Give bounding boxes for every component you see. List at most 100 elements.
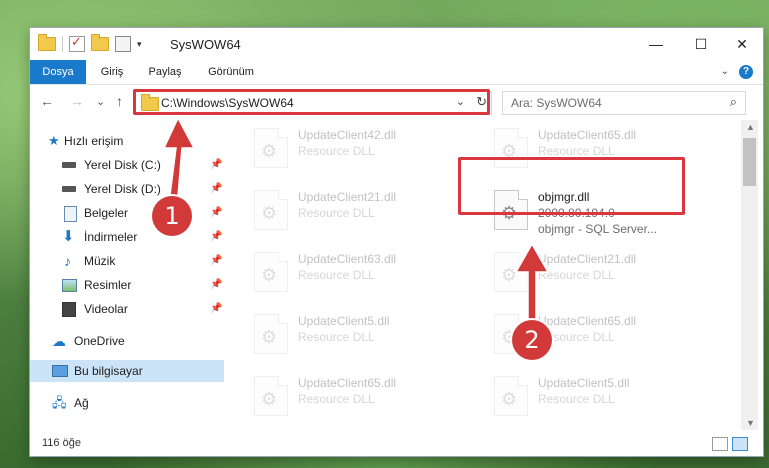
sidebar-item-label: Yerel Disk (D:) [84,182,161,196]
item-count: 116 öğe [42,437,81,449]
pin-icon[interactable]: 📌 [210,202,222,224]
file-description: Resource DLL [298,268,375,282]
file-name: UpdateClient65.dll [538,128,637,142]
title-bar: ▾ SysWOW64 — ☐ ✕ [30,28,763,60]
file-description: Resource DLL [298,144,375,158]
dll-file-icon: ⚙ [254,190,288,230]
pin-icon[interactable]: 📌 [210,178,222,200]
gear-icon: ⚙ [501,265,518,285]
tab-file[interactable]: Dosya [30,60,86,84]
ribbon-tabs: Dosya Giriş Paylaş Görünüm ⌄ ? [30,60,763,85]
sidebar-item-network[interactable]: 🖧 Ağ [30,392,224,414]
tab-view[interactable]: Görünüm [198,60,264,84]
window-title: SysWOW64 [170,37,241,52]
file-name: UpdateClient65.dll [538,314,637,328]
tab-share[interactable]: Paylaş [140,60,190,84]
pin-icon[interactable]: 📌 [210,250,222,272]
new-folder-icon[interactable] [91,34,109,51]
sidebar-item-label: OneDrive [74,334,125,348]
sidebar-item-label: Hızlı erişim [64,134,124,148]
sidebar-item-label: Videolar [84,302,128,316]
scroll-up-icon[interactable]: ▲ [746,122,755,132]
scroll-down-icon[interactable]: ▼ [746,418,755,428]
dll-file-icon: ⚙ [494,376,528,416]
file-highlight-box [458,157,685,215]
file-name: UpdateClient5.dll [298,314,390,328]
help-icon[interactable]: ? [739,65,753,79]
back-button[interactable]: ← [40,93,54,109]
minimize-button[interactable]: — [633,28,679,60]
file-description: objmgr - SQL Server... [538,222,657,236]
navigation-pane: ★ Hızlı erişim Yerel Disk (C:) 📌 Yerel D… [30,120,224,430]
customize-icon[interactable] [115,36,131,52]
details-view-icon[interactable] [712,437,728,451]
file-item[interactable]: ⚙ UpdateClient21.dll Resource DLL [226,182,456,234]
recent-locations-button[interactable]: ⌄ [96,95,105,108]
properties-check-icon[interactable] [69,34,85,52]
file-item[interactable]: ⚙ UpdateClient42.dll Resource DLL [226,120,456,172]
search-box[interactable]: Ara: SysWOW64 ⌕ [502,91,746,115]
tab-home[interactable]: Giriş [90,60,134,84]
qat-dropdown-icon[interactable]: ▾ [137,39,142,50]
sidebar-item-quick-access[interactable]: ★ Hızlı erişim [30,130,224,152]
dll-file-icon: ⚙ [254,314,288,354]
divider [62,36,63,52]
drive-icon [62,162,76,168]
sidebar-item-label: Belgeler [84,206,129,220]
sidebar-item-disk-d[interactable]: Yerel Disk (D:) 📌 [30,178,224,200]
sidebar-item-music[interactable]: ♪ Müzik 📌 [30,250,224,272]
file-description: Resource DLL [538,144,615,158]
file-description: Resource DLL [298,330,375,344]
gear-icon: ⚙ [261,141,278,161]
pin-icon[interactable]: 📌 [210,274,222,296]
maximize-button[interactable]: ☐ [678,28,724,60]
up-button[interactable]: ↑ [116,93,123,109]
cloud-icon: ☁ [52,333,66,349]
file-item[interactable]: ⚙ UpdateClient65.dll Resource DLL [466,306,696,358]
close-button[interactable]: ✕ [719,28,765,60]
file-item[interactable]: ⚙ UpdateClient21.dll Resource DLL [466,244,696,296]
sidebar-item-onedrive[interactable]: ☁ OneDrive [30,330,224,352]
search-icon[interactable]: ⌕ [730,94,737,110]
dll-file-icon: ⚙ [254,128,288,168]
file-name: UpdateClient42.dll [298,128,397,142]
file-item[interactable]: ⚙ UpdateClient5.dll Resource DLL [226,306,456,358]
sidebar-item-label: Bu bilgisayar [74,364,143,378]
gear-icon: ⚙ [261,389,278,409]
drive-icon [62,186,76,192]
sidebar-item-videos[interactable]: Videolar 📌 [30,298,224,320]
ribbon-collapse-icon[interactable]: ⌄ [721,66,729,77]
sidebar-item-downloads[interactable]: ⬇ İndirmeler 📌 [30,226,224,248]
gear-icon: ⚙ [501,389,518,409]
file-name: UpdateClient63.dll [298,252,397,266]
dll-file-icon: ⚙ [494,252,528,292]
sidebar-item-label: İndirmeler [84,230,138,244]
scroll-thumb[interactable] [743,138,756,186]
search-placeholder: Ara: SysWOW64 [511,96,602,110]
sidebar-item-pictures[interactable]: Resimler 📌 [30,274,224,296]
sidebar-item-label: Müzik [84,254,116,268]
file-description: Resource DLL [538,268,615,282]
file-name: UpdateClient5.dll [538,376,630,390]
sidebar-item-disk-c[interactable]: Yerel Disk (C:) 📌 [30,154,224,176]
step-2-badge: 2 [512,320,552,360]
file-item[interactable]: ⚙ UpdateClient65.dll Resource DLL [226,368,456,420]
tiles-view-icon[interactable] [732,437,748,451]
file-item[interactable]: ⚙ UpdateClient63.dll Resource DLL [226,244,456,296]
videos-icon [62,302,76,317]
forward-button[interactable]: → [70,93,84,109]
pin-icon[interactable]: 📌 [210,226,222,248]
download-icon: ⬇ [62,228,75,245]
network-icon: 🖧 [52,395,67,410]
sidebar-item-documents[interactable]: Belgeler 📌 [30,202,224,224]
vertical-scrollbar[interactable]: ▲ ▼ [741,120,758,430]
pin-icon[interactable]: 📌 [210,154,222,176]
explorer-window: ▾ SysWOW64 — ☐ ✕ Dosya Giriş Paylaş Görü… [30,28,763,456]
pin-icon[interactable]: 📌 [210,298,222,320]
file-name: UpdateClient21.dll [298,190,397,204]
quick-access-toolbar: ▾ [38,34,142,52]
status-bar: 116 öğe [30,432,763,456]
file-item[interactable]: ⚙ UpdateClient5.dll Resource DLL [466,368,696,420]
sidebar-item-this-pc[interactable]: Bu bilgisayar [30,360,224,382]
sidebar-item-label: Ağ [74,396,89,410]
